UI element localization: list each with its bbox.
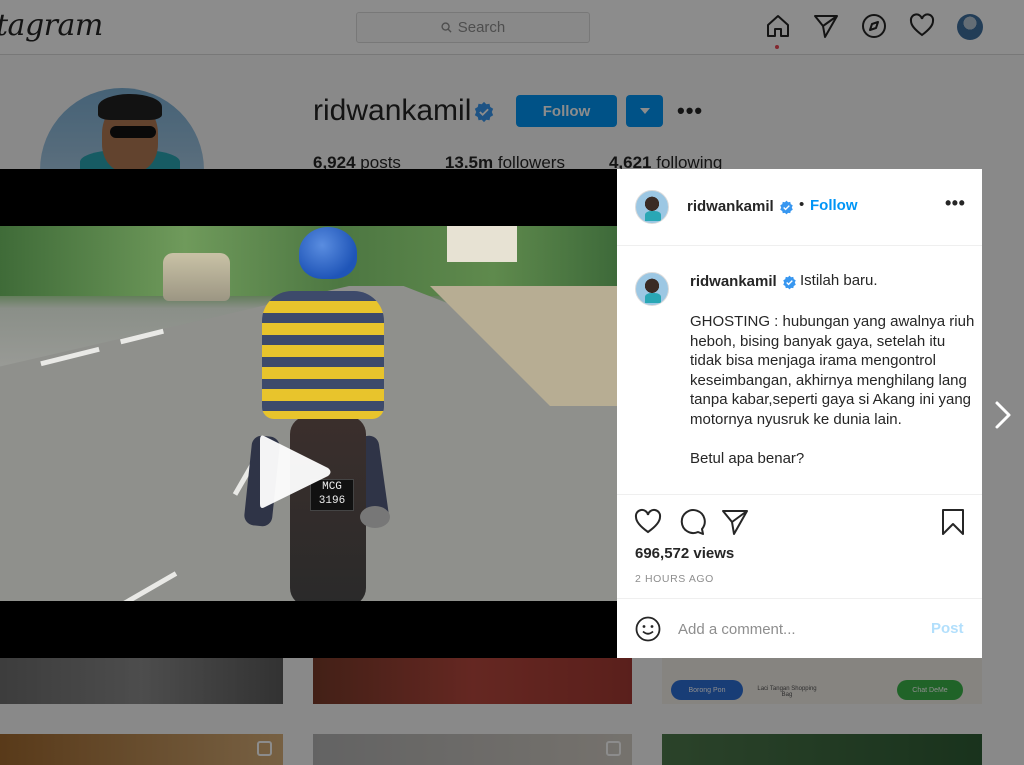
video-frame: MCG 3196	[0, 226, 617, 601]
share-direct-icon[interactable]	[721, 508, 749, 536]
more-options-icon[interactable]: •••	[945, 193, 965, 214]
post-actions	[617, 499, 982, 539]
post-timestamp[interactable]: 2 HOURS AGO	[635, 573, 714, 585]
emoji-icon[interactable]	[635, 616, 661, 642]
author-avatar[interactable]	[635, 190, 669, 224]
post-video-player[interactable]: MCG 3196	[0, 169, 617, 658]
bookmark-icon[interactable]	[939, 508, 967, 536]
caption-section: ridwankamil Istilah baru. GHOSTING : hub…	[617, 246, 982, 495]
post-details-panel: ridwankamil • Follow ••• ridwankamil Ist…	[617, 169, 982, 658]
separator-dot: •	[799, 196, 805, 213]
follow-button[interactable]: Follow	[810, 197, 858, 214]
next-post-arrow-icon[interactable]	[992, 400, 1014, 430]
like-heart-icon[interactable]	[634, 508, 662, 536]
verified-badge-icon	[780, 200, 793, 215]
comment-input[interactable]	[678, 617, 908, 641]
comment-icon[interactable]	[678, 508, 706, 536]
comment-form: Post	[617, 598, 982, 658]
caption-author-avatar[interactable]	[635, 272, 669, 306]
post-comment-button[interactable]: Post	[931, 620, 964, 637]
play-icon[interactable]	[258, 432, 334, 512]
caption-author-username[interactable]: ridwankamil	[690, 273, 777, 290]
verified-badge-icon	[783, 275, 796, 290]
caption-text: GHOSTING : hubungan yang awalnya riuh he…	[690, 313, 975, 467]
caption-first-line: Istilah baru.	[800, 272, 878, 289]
post-header: ridwankamil • Follow •••	[617, 169, 982, 246]
view-count[interactable]: 696,572 views	[635, 545, 734, 562]
author-username[interactable]: ridwankamil	[687, 198, 774, 215]
